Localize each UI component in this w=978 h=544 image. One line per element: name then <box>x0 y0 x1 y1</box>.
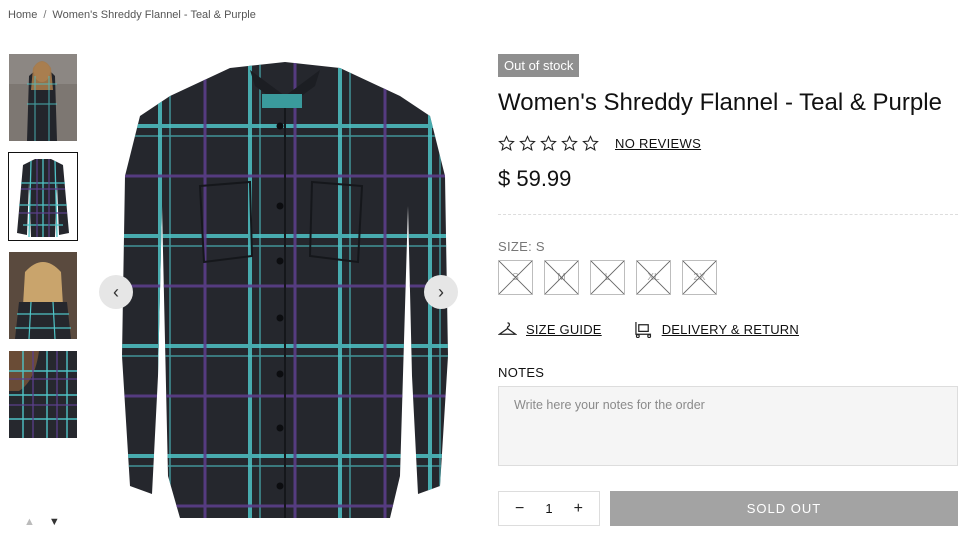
chevron-right-icon: › <box>438 281 444 302</box>
unavailable-cross-icon <box>683 261 716 294</box>
chevron-down-icon[interactable]: ▼ <box>49 516 60 528</box>
breadcrumb-separator: / <box>43 9 47 21</box>
unavailable-cross-icon <box>591 261 624 294</box>
chevron-left-icon: ‹ <box>113 281 119 302</box>
star-icon <box>582 135 599 151</box>
size-option-s[interactable]: S <box>498 260 533 295</box>
breadcrumb-home[interactable]: Home <box>8 9 37 21</box>
unavailable-cross-icon <box>499 261 532 294</box>
breadcrumb: Home / Women's Shreddy Flannel - Teal & … <box>8 9 256 21</box>
quantity-increase-button[interactable]: + <box>574 500 583 518</box>
quantity-stepper: − 1 + <box>498 491 600 526</box>
product-title: Women's Shreddy Flannel - Teal & Purple <box>498 89 942 116</box>
cart-icon <box>635 321 651 338</box>
quantity-value[interactable]: 1 <box>545 501 552 516</box>
star-icon <box>498 135 515 151</box>
divider <box>498 214 958 215</box>
size-guide-link[interactable]: SIZE GUIDE <box>498 321 602 338</box>
thumbnail-detail[interactable] <box>9 351 77 438</box>
thumbnail-model-back[interactable] <box>9 252 77 339</box>
size-option-2x[interactable]: 2X <box>682 260 717 295</box>
star-icon <box>561 135 578 151</box>
size-option-l[interactable]: L <box>590 260 625 295</box>
gallery-prev-button[interactable]: ‹ <box>99 275 133 309</box>
size-options: S M L XL 2X <box>498 260 958 295</box>
product-main-image <box>100 56 470 526</box>
info-links: SIZE GUIDE DELIVERY & RETURN <box>498 321 958 338</box>
purchase-row: − 1 + SOLD OUT <box>498 491 958 526</box>
hanger-icon <box>498 322 517 335</box>
rating-row: NO REVIEWS <box>498 135 958 152</box>
sold-out-button[interactable]: SOLD OUT <box>610 491 958 526</box>
thumbnail-product-flat[interactable] <box>8 152 78 241</box>
gallery-next-button[interactable]: › <box>424 275 458 309</box>
star-icon <box>519 135 536 151</box>
product-info: Out of stock Women's Shreddy Flannel - T… <box>498 54 958 526</box>
notes-label: NOTES <box>498 365 545 380</box>
thumbnail-model-front[interactable] <box>9 54 77 141</box>
thumbnail-arrows: ▲ ▼ <box>24 516 60 528</box>
chevron-up-icon[interactable]: ▲ <box>24 516 35 528</box>
size-option-xl[interactable]: XL <box>636 260 671 295</box>
unavailable-cross-icon <box>637 261 670 294</box>
size-option-m[interactable]: M <box>544 260 579 295</box>
star-icon <box>540 135 557 151</box>
size-label: SIZE: S <box>498 239 545 254</box>
stock-status-badge: Out of stock <box>498 54 580 77</box>
order-notes-input[interactable] <box>498 386 958 466</box>
unavailable-cross-icon <box>545 261 578 294</box>
delivery-return-link[interactable]: DELIVERY & RETURN <box>634 321 799 338</box>
product-price: $ 59.99 <box>498 166 572 191</box>
quantity-decrease-button[interactable]: − <box>515 500 524 518</box>
thumbnail-list <box>8 54 78 450</box>
reviews-link[interactable]: NO REVIEWS <box>615 136 701 151</box>
breadcrumb-current: Women's Shreddy Flannel - Teal & Purple <box>52 9 256 21</box>
